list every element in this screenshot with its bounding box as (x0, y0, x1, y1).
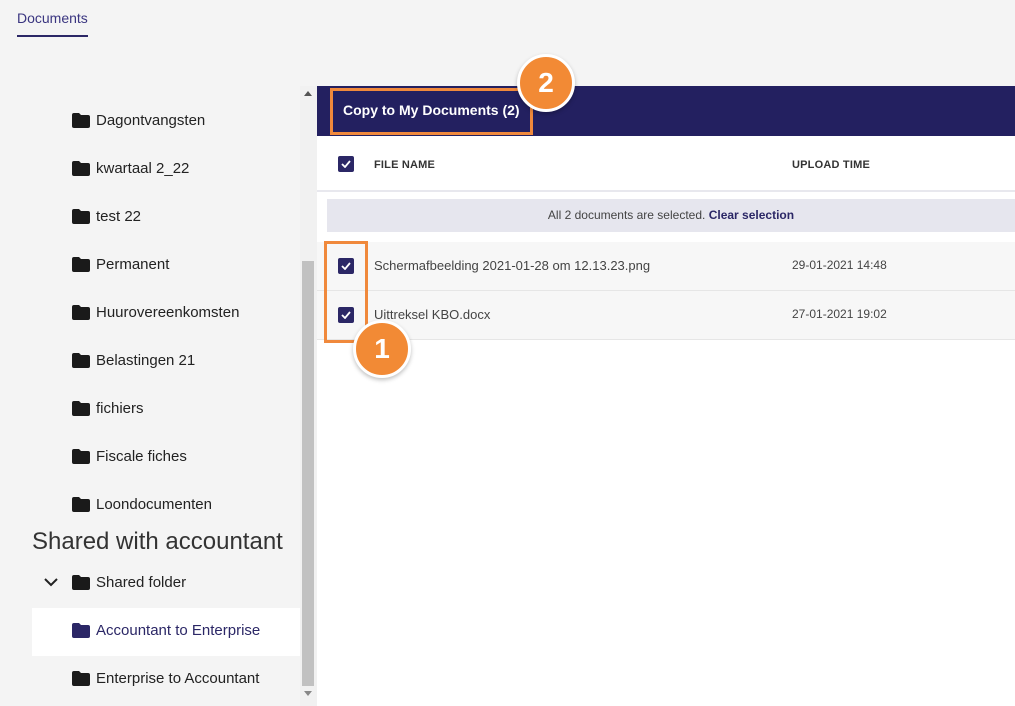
callout-badge-1: 1 (353, 320, 411, 378)
folder-sidebar: Dagontvangsten kwartaal 2_22 test 22 Per… (17, 86, 300, 706)
folder-icon (72, 671, 90, 686)
sidebar-folder-label: Shared folder (96, 574, 187, 591)
sidebar-folder-label: Permanent (96, 256, 170, 273)
folder-icon (72, 497, 90, 512)
sidebar-folder-label: Enterprise to Accountant (96, 670, 260, 687)
table-row[interactable]: Uittreksel KBO.docx 27-01-2021 19:02 (317, 291, 1015, 340)
sidebar-folder-dagontvangsten[interactable]: Dagontvangsten (17, 98, 300, 146)
callout-highlight-copy (330, 88, 533, 135)
sidebar-folder-belastingen[interactable]: Belastingen 21 (17, 338, 300, 386)
sidebar-folder-shared[interactable]: Shared folder (17, 560, 300, 608)
sidebar-folder-huurovereenkomsten[interactable]: Huurovereenkomsten (17, 290, 300, 338)
clear-selection-link[interactable]: Clear selection (709, 208, 794, 222)
folder-icon (72, 161, 90, 176)
folder-icon (72, 113, 90, 128)
sidebar-folder-fichiers[interactable]: fichiers (17, 386, 300, 434)
sidebar-folder-fiscale-fiches[interactable]: Fiscale fiches (17, 434, 300, 482)
scroll-thumb[interactable] (302, 261, 314, 686)
table-header: FILE NAME UPLOAD TIME (317, 138, 1015, 192)
folder-icon (72, 209, 90, 224)
scroll-up-arrow-icon[interactable] (304, 91, 312, 96)
folder-icon (72, 257, 90, 272)
chevron-down-icon[interactable] (44, 577, 58, 587)
file-name[interactable]: Uittreksel KBO.docx (374, 307, 490, 322)
callout-badge-2: 2 (517, 54, 575, 112)
sidebar-scrollbar[interactable] (300, 86, 317, 706)
tab-documents[interactable]: Documents (17, 10, 88, 37)
sidebar-folder-label: Loondocumenten (96, 496, 212, 513)
folder-icon (72, 623, 90, 638)
folder-icon (72, 353, 90, 368)
sidebar-folder-loondocumenten[interactable]: Loondocumenten (17, 482, 300, 530)
folder-icon (72, 305, 90, 320)
file-name[interactable]: Schermafbeelding 2021-01-28 om 12.13.23.… (374, 258, 650, 273)
selection-banner: All 2 documents are selected. Clear sele… (327, 199, 1015, 232)
column-header-file-name[interactable]: FILE NAME (374, 159, 435, 171)
table-row[interactable]: Schermafbeelding 2021-01-28 om 12.13.23.… (317, 242, 1015, 291)
sidebar-folder-kwartaal[interactable]: kwartaal 2_22 (17, 146, 300, 194)
upload-time: 29-01-2021 14:48 (792, 258, 887, 272)
sidebar-folder-label: fichiers (96, 400, 144, 417)
sidebar-folder-label: kwartaal 2_22 (96, 160, 190, 177)
folder-icon (72, 449, 90, 464)
sidebar-folder-permanent[interactable]: Permanent (17, 242, 300, 290)
sidebar-folder-label: Fiscale fiches (96, 448, 187, 465)
sidebar-folder-label: Belastingen 21 (96, 352, 196, 369)
sidebar-folder-enterprise-to-accountant[interactable]: Enterprise to Accountant (17, 656, 300, 704)
selection-text: All 2 documents are selected. (547, 208, 706, 222)
documents-panel: Copy to My Documents (2) FILE NAME UPLOA… (317, 86, 1015, 706)
folder-icon (72, 401, 90, 416)
upload-time: 27-01-2021 19:02 (792, 307, 887, 321)
scroll-down-arrow-icon[interactable] (304, 691, 312, 696)
check-icon (341, 160, 351, 168)
sidebar-folder-accountant-to-enterprise[interactable]: Accountant to Enterprise (32, 608, 300, 656)
column-header-upload-time[interactable]: UPLOAD TIME (792, 159, 870, 171)
sidebar-folder-label: Accountant to Enterprise (96, 622, 261, 639)
sidebar-folder-label: Dagontvangsten (96, 112, 206, 129)
sidebar-folder-test-22[interactable]: test 22 (17, 194, 300, 242)
shared-section-title: Shared with accountant (32, 528, 283, 555)
folder-icon (72, 575, 90, 590)
select-all-checkbox[interactable] (338, 156, 354, 172)
sidebar-folder-label: Huurovereenkomsten (96, 304, 240, 321)
sidebar-folder-label: test 22 (96, 208, 142, 225)
